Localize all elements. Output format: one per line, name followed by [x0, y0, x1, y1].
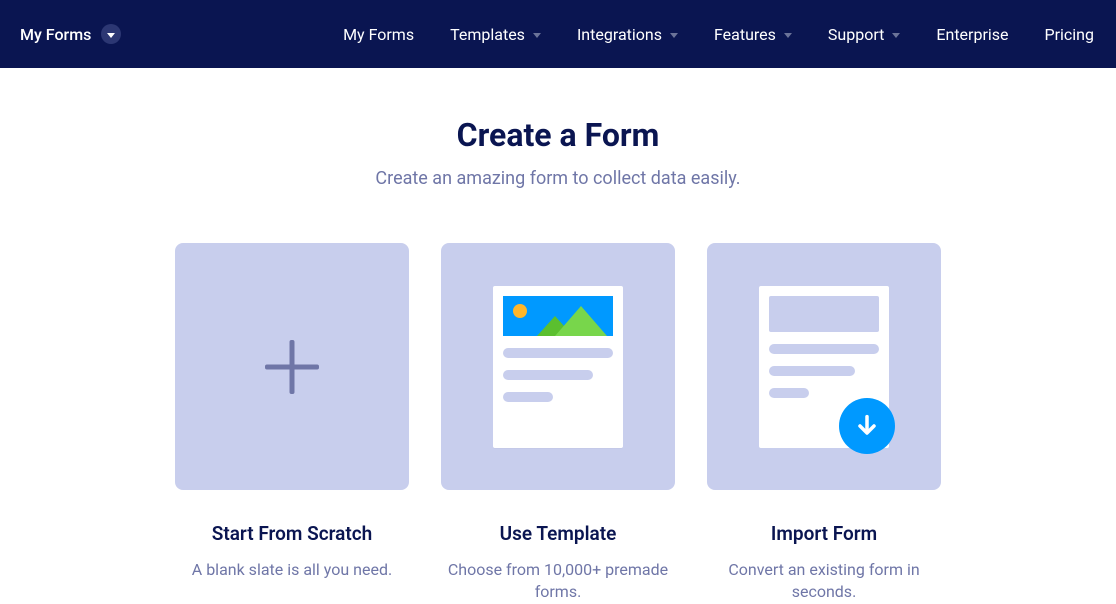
card-visual — [707, 243, 941, 490]
card-title: Import Form — [707, 522, 941, 545]
nav-item-templates[interactable]: Templates — [450, 25, 541, 44]
page-title: Create a Form — [0, 116, 1116, 154]
nav-item-label: Support — [828, 25, 884, 44]
chevron-down-icon — [784, 33, 792, 38]
page-subtitle: Create an amazing form to collect data e… — [0, 168, 1116, 189]
nav-item-label: Integrations — [577, 25, 662, 44]
nav-item-support[interactable]: Support — [828, 25, 900, 44]
card-subtitle: A blank slate is all you need. — [175, 559, 409, 581]
nav-item-features[interactable]: Features — [714, 25, 792, 44]
template-preview-icon — [493, 286, 623, 448]
nav-item-label: Pricing — [1045, 25, 1095, 44]
nav-breadcrumb[interactable]: My Forms — [20, 24, 121, 44]
card-title: Start From Scratch — [175, 522, 409, 545]
nav-item-my-forms[interactable]: My Forms — [343, 25, 414, 44]
nav-item-label: My Forms — [343, 25, 414, 44]
chevron-down-icon — [533, 33, 541, 38]
download-arrow-icon — [839, 398, 895, 454]
hero: Create a Form Create an amazing form to … — [0, 68, 1116, 189]
card-visual — [441, 243, 675, 490]
nav-item-label: Templates — [450, 25, 525, 44]
card-visual — [175, 243, 409, 490]
card-row: Start From Scratch A blank slate is all … — [0, 243, 1116, 604]
nav-item-pricing[interactable]: Pricing — [1045, 25, 1095, 44]
plus-icon — [265, 340, 319, 394]
card-import-form[interactable]: Import Form Convert an existing form in … — [707, 243, 941, 604]
nav-item-label: Features — [714, 25, 776, 44]
chevron-down-icon — [101, 24, 121, 44]
nav-item-integrations[interactable]: Integrations — [577, 25, 678, 44]
nav-menu: My Forms Templates Integrations Features… — [343, 25, 1094, 44]
card-subtitle: Choose from 10,000+ premade forms. — [441, 559, 675, 604]
nav-item-label: Enterprise — [936, 25, 1008, 44]
card-start-from-scratch[interactable]: Start From Scratch A blank slate is all … — [175, 243, 409, 604]
card-subtitle: Convert an existing form in seconds. — [707, 559, 941, 604]
chevron-down-icon — [670, 33, 678, 38]
navbar: My Forms My Forms Templates Integrations… — [0, 0, 1116, 68]
breadcrumb-label: My Forms — [20, 25, 91, 44]
card-use-template[interactable]: Use Template Choose from 10,000+ premade… — [441, 243, 675, 604]
chevron-down-icon — [892, 33, 900, 38]
nav-item-enterprise[interactable]: Enterprise — [936, 25, 1008, 44]
card-title: Use Template — [441, 522, 675, 545]
import-preview-icon — [759, 286, 889, 448]
